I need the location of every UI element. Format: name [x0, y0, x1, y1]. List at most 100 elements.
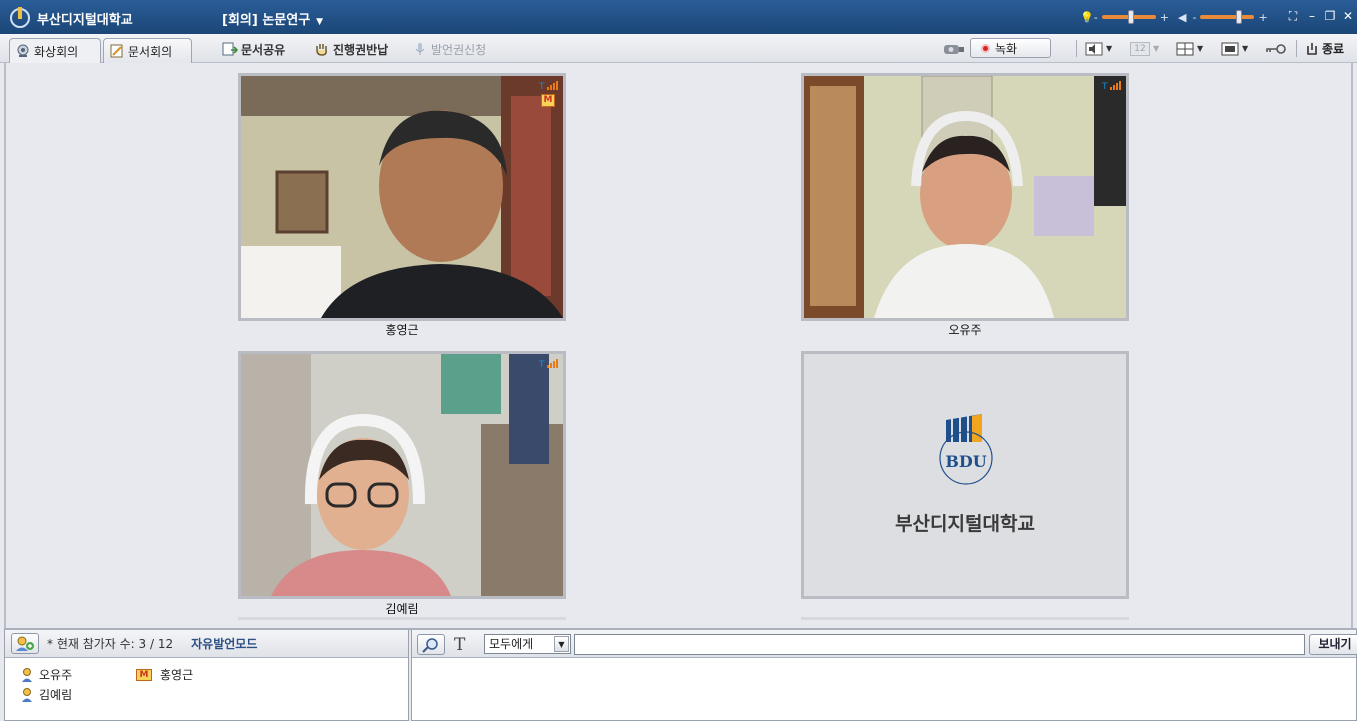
doc-share-button[interactable]: 문서공유 — [222, 40, 285, 58]
meeting-title-dropdown[interactable]: [회의] 논문연구 ▼ — [222, 9, 323, 28]
page-indicator: 12 — [1130, 41, 1150, 56]
recipient-value: 모두에게 — [489, 637, 534, 651]
mic-plus[interactable]: + — [1258, 11, 1267, 24]
video-grid: T M 홍영근 T 오유주 T 김예림 BDU 부산디지털대학교 — [4, 63, 1353, 628]
speaking-mode: 자유발언모드 — [191, 637, 258, 651]
slider-knob[interactable] — [1127, 10, 1134, 24]
svg-text:T: T — [539, 82, 545, 90]
bottom-panels: * 현재 참가자 수: 3 / 12 자유발언모드 오유주 M 홍영근 김예림 … — [4, 628, 1357, 721]
video-tile-3[interactable]: T — [238, 351, 566, 599]
close-icon[interactable]: ✕ — [1341, 9, 1355, 23]
add-user-icon — [16, 636, 34, 651]
speaker-volume-slider[interactable] — [1101, 10, 1156, 24]
magnifier-icon — [422, 637, 438, 653]
restore-icon[interactable]: ❐ — [1323, 9, 1337, 23]
title-bar: 부산디지털대학교 [회의] 논문연구 ▼ 💡 - + ◀ - + ⛶ – ❐ ✕ — [0, 0, 1357, 34]
send-button[interactable]: 보내기 — [1309, 634, 1357, 655]
webcam-icon — [17, 44, 29, 57]
share-document-icon — [222, 42, 238, 56]
participant-name: 김예림 — [39, 688, 73, 702]
participant-list: 오유주 M 홍영근 김예림 — [5, 658, 408, 718]
video-tile-empty[interactable]: BDU 부산디지털대학교 — [801, 351, 1129, 599]
chat-toolbar: T 모두에게 ▼ 보내기 — [412, 630, 1357, 658]
participants-header: * 현재 참가자 수: 3 / 12 자유발언모드 — [5, 630, 408, 658]
app-logo-icon — [10, 7, 30, 28]
chevron-down-icon[interactable]: ▼ — [554, 636, 569, 652]
exit-icon — [1307, 42, 1317, 55]
webcam-feed-image — [804, 76, 1126, 318]
toolbar-divider — [1296, 40, 1297, 57]
request-speak-label: 발언권신청 — [431, 42, 487, 57]
svg-text:T: T — [539, 360, 545, 368]
doc-share-label: 문서공유 — [241, 42, 286, 57]
tile-divider — [238, 617, 566, 620]
return-control-label: 진행권반납 — [333, 42, 389, 57]
return-control-button[interactable]: 진행권반납 — [314, 40, 388, 58]
tab-video-conference[interactable]: 화상회의 — [9, 38, 101, 63]
video-name-label: 오유주 — [948, 323, 982, 337]
page-indicator-button[interactable]: 12 ▼ — [1130, 40, 1159, 57]
tile-divider — [801, 617, 1129, 620]
fullscreen-icon[interactable]: ⛶ — [1286, 9, 1300, 23]
end-button[interactable]: 종료 — [1305, 40, 1344, 57]
chevron-down-icon: ▼ — [1153, 44, 1160, 53]
chat-zoom-button[interactable] — [417, 634, 445, 655]
svg-text:BDU: BDU — [945, 452, 986, 471]
font-style-icon[interactable]: T — [454, 635, 465, 655]
screen-size-button[interactable]: ▼ — [1221, 40, 1248, 57]
signal-strength-icon: T — [539, 81, 558, 90]
app-title: 부산디지털대학교 — [37, 13, 133, 28]
microphone-icon — [415, 43, 425, 55]
user-icon — [22, 667, 32, 682]
screen-fit-icon — [1221, 42, 1239, 55]
chat-messages[interactable] — [412, 658, 1356, 720]
meeting-title-text: [회의] 논문연구 — [222, 13, 311, 28]
camera-icon[interactable] — [942, 42, 966, 56]
chevron-down-icon: ▼ — [316, 17, 324, 27]
main-toolbar: 화상회의 문서회의 문서공유 진행권반납 발언권신청 녹화 ▼ 12 ▼ ▼ ▼ — [0, 34, 1357, 63]
chevron-down-icon: ▼ — [1106, 44, 1113, 53]
grid-layout-icon — [1176, 42, 1194, 55]
volume-minus[interactable]: - — [1094, 11, 1098, 24]
speaker-volume-control[interactable]: 💡 - + — [1080, 9, 1169, 25]
webcam-feed-image — [241, 354, 563, 596]
video-tile-2[interactable]: T — [801, 73, 1129, 321]
mic-volume-control[interactable]: ◀ - + — [1178, 9, 1268, 25]
request-speak-button[interactable]: 발언권신청 — [412, 40, 486, 58]
recipient-select[interactable]: 모두에게 ▼ — [484, 634, 571, 654]
participant-name: 홍영근 — [160, 668, 194, 682]
document-edit-icon — [110, 44, 123, 58]
participants-panel: * 현재 참가자 수: 3 / 12 자유발언모드 오유주 M 홍영근 김예림 — [4, 630, 409, 721]
video-name-label: 김예림 — [385, 602, 419, 616]
chat-input[interactable] — [574, 634, 1305, 655]
bulb-icon: 💡 — [1080, 10, 1094, 24]
video-name-label: 홍영근 — [385, 323, 419, 337]
signal-strength-icon: T — [1102, 81, 1121, 90]
chevron-down-icon: ▼ — [1197, 44, 1204, 53]
video-tile-1[interactable]: T M — [238, 73, 566, 321]
university-name: 부산디지털대학교 — [895, 513, 1035, 535]
slider-knob[interactable] — [1236, 10, 1243, 24]
university-logo: BDU — [939, 414, 993, 485]
layout-grid-button[interactable]: ▼ — [1176, 40, 1203, 57]
tab-document-conference[interactable]: 문서회의 — [103, 38, 192, 63]
tab-label: 문서회의 — [128, 44, 173, 59]
volume-plus[interactable]: + — [1160, 11, 1169, 24]
record-dot-icon — [981, 43, 990, 53]
list-item[interactable]: M 홍영근 — [136, 666, 193, 683]
mic-minus[interactable]: - — [1192, 11, 1196, 24]
minimize-icon[interactable]: – — [1305, 9, 1319, 23]
record-button[interactable]: 녹화 — [970, 38, 1051, 58]
webcam-feed-image — [241, 76, 563, 318]
audio-settings-button[interactable]: ▼ — [1085, 40, 1112, 57]
list-item[interactable]: 김예림 — [21, 686, 72, 703]
mic-volume-slider[interactable] — [1200, 10, 1255, 24]
chevron-down-icon: ▼ — [1242, 44, 1249, 53]
invite-participant-button[interactable] — [11, 633, 39, 654]
speaker-icon — [1085, 42, 1103, 55]
hand-icon — [316, 44, 327, 56]
toolbar-divider — [1076, 40, 1077, 57]
settings-key-icon[interactable] — [1265, 42, 1287, 56]
list-item[interactable]: 오유주 — [21, 666, 72, 683]
svg-text:T: T — [1102, 82, 1108, 90]
